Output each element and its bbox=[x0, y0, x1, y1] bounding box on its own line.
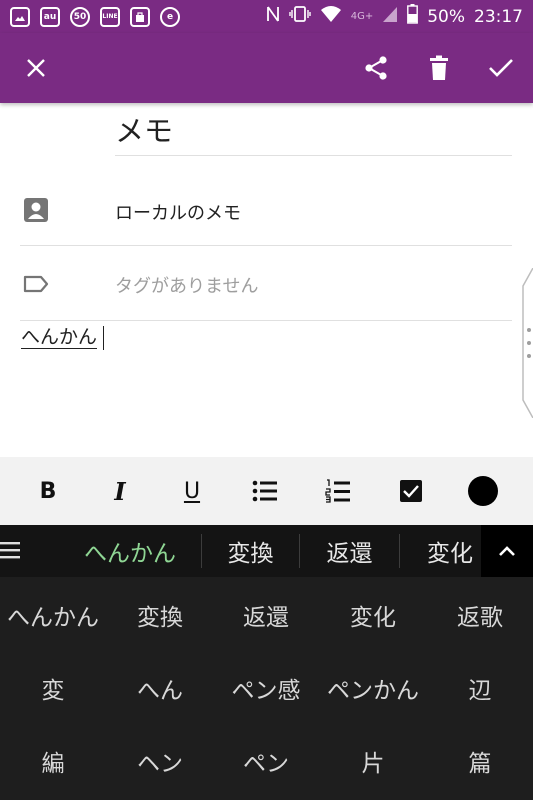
candidate-cell[interactable]: ヘン bbox=[107, 724, 213, 797]
check-icon bbox=[489, 59, 513, 77]
close-icon bbox=[27, 59, 45, 77]
clock: 23:17 bbox=[474, 6, 523, 27]
checkbox-icon bbox=[400, 480, 422, 502]
battery-icon bbox=[407, 4, 419, 29]
notebook-divider bbox=[20, 245, 512, 246]
trash-icon bbox=[430, 55, 448, 80]
bullet-list-button[interactable] bbox=[248, 474, 282, 508]
text-caret bbox=[103, 326, 104, 350]
share-icon bbox=[365, 56, 387, 80]
notebook-selector[interactable]: ローカルのメモ bbox=[115, 199, 241, 225]
line-icon: LINE bbox=[100, 6, 120, 27]
menu-icon[interactable] bbox=[0, 537, 22, 563]
note-body-input[interactable]: へんかん bbox=[21, 326, 98, 349]
numbered-list-icon bbox=[325, 479, 350, 503]
bag-icon bbox=[130, 6, 150, 27]
expand-candidates-button[interactable] bbox=[481, 525, 533, 577]
save-button[interactable] bbox=[484, 51, 518, 85]
note-title[interactable]: メモ bbox=[115, 108, 173, 150]
candidate-bar: へんかん 変換 返還 変化 bbox=[0, 525, 533, 577]
candidate-cell[interactable]: 辺 bbox=[427, 651, 533, 724]
format-toolbar: B I U bbox=[0, 457, 533, 525]
candidate-item[interactable]: 返還 bbox=[300, 525, 399, 577]
50-icon: 50 bbox=[70, 6, 90, 27]
side-drawer-handle[interactable] bbox=[521, 268, 533, 418]
signal-icon bbox=[382, 5, 398, 28]
text-color-button[interactable] bbox=[466, 474, 500, 508]
tags-divider bbox=[20, 320, 512, 321]
candidate-item[interactable]: 変換 bbox=[202, 525, 299, 577]
bullet-list-icon bbox=[252, 480, 277, 502]
close-button[interactable] bbox=[19, 51, 53, 85]
chevron-up-icon bbox=[499, 546, 515, 556]
delete-button[interactable] bbox=[422, 51, 456, 85]
e-icon: e bbox=[160, 6, 180, 27]
candidate-cell[interactable]: へんかん bbox=[0, 578, 106, 651]
underline-button[interactable]: U bbox=[175, 474, 209, 508]
bold-button[interactable]: B bbox=[31, 474, 65, 508]
vibrate-icon bbox=[289, 5, 311, 28]
wifi-icon bbox=[320, 5, 342, 28]
tags-field[interactable]: タグがありません bbox=[115, 272, 258, 298]
candidate-cell[interactable]: ペンかん bbox=[320, 651, 426, 724]
app-toolbar bbox=[0, 33, 533, 103]
ime-keyboard: へんかん 変換 返還 変化 へんかん 変換 返還 変化 返歌 変 へん ペン感 … bbox=[0, 525, 533, 800]
tag-icon bbox=[23, 275, 49, 293]
image-icon bbox=[10, 6, 30, 27]
candidate-cell[interactable]: 編 bbox=[0, 724, 106, 797]
share-button[interactable] bbox=[359, 51, 393, 85]
nfc-icon bbox=[266, 5, 280, 28]
title-divider bbox=[115, 155, 512, 156]
candidate-cell[interactable]: 返還 bbox=[213, 578, 319, 651]
status-bar: au 50 LINE e 4G+ 50% 23:17 bbox=[0, 0, 533, 33]
candidate-cell[interactable]: 片 bbox=[320, 724, 426, 797]
numbered-list-button[interactable] bbox=[321, 474, 355, 508]
candidate-cell[interactable]: 篇 bbox=[427, 724, 533, 797]
candidate-primary[interactable]: へんかん bbox=[60, 525, 200, 577]
candidate-cell[interactable]: へん bbox=[107, 651, 213, 724]
candidate-cell[interactable]: ペン感 bbox=[213, 651, 319, 724]
italic-button[interactable]: I bbox=[103, 474, 137, 508]
network-type: 4G+ bbox=[350, 11, 374, 22]
notebook-icon bbox=[24, 198, 48, 222]
color-circle-icon bbox=[468, 476, 498, 506]
checkbox-button[interactable] bbox=[394, 474, 428, 508]
candidate-cell[interactable]: 変 bbox=[0, 651, 106, 724]
note-editor-screen: au 50 LINE e 4G+ 50% 23:17 メモ ローカルのメモ タグ… bbox=[0, 0, 533, 800]
candidate-cell[interactable]: ペン bbox=[213, 724, 319, 797]
au-icon: au bbox=[40, 6, 60, 27]
candidate-cell[interactable]: 変換 bbox=[107, 578, 213, 651]
candidate-cell[interactable]: 変化 bbox=[320, 578, 426, 651]
battery-percent: 50% bbox=[427, 6, 465, 27]
candidate-cell[interactable]: 返歌 bbox=[427, 578, 533, 651]
